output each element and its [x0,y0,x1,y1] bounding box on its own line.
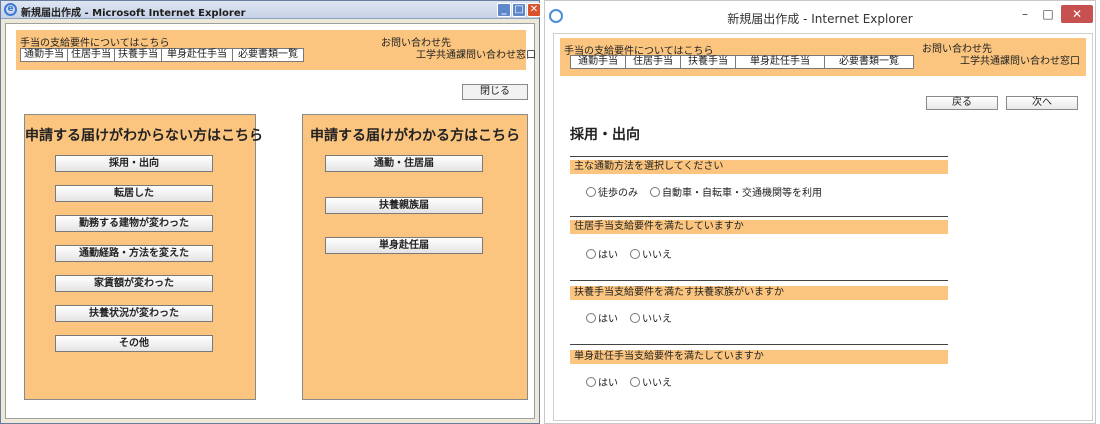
contact-name[interactable]: 工学共通課問い合わせ窓口 [960,52,1080,67]
divider [570,216,948,217]
panel-known-form: 申請する届けがわかる方はこちら 通勤・住居届 扶養親族届 単身赴任届 [302,114,528,400]
btn-workplace-changed[interactable]: 勤務する建物が変わった [55,215,213,232]
left-window-title: 新規届出作成 - Microsoft Internet Explorer [21,8,246,19]
question-label: 単身赴任手当支給要件を満たしていますか [570,350,948,364]
option-no[interactable]: いいえ [630,310,672,325]
option-label: いいえ [642,378,672,389]
option-yes[interactable]: はい [586,246,618,261]
minimize-icon[interactable]: – [1015,7,1035,21]
option-yes[interactable]: はい [586,310,618,325]
btn-dependent-form[interactable]: 扶養親族届 [325,197,483,214]
option-label: 徒歩のみ [598,188,638,199]
tab-required-docs[interactable]: 必要書類一覧 [824,55,914,69]
tab-housing[interactable]: 住居手当 [625,55,681,69]
btn-other[interactable]: その他 [55,335,213,352]
radio-icon[interactable] [586,376,596,387]
left-page-content: 手当の支給要件についてはこちら お問い合わせ先 工学共通課問い合わせ窓口 通勤手… [5,23,536,419]
option-no[interactable]: いいえ [630,246,672,261]
divider [570,344,948,345]
left-browser-window: e 新規届出作成 - Microsoft Internet Explorer _… [0,0,541,424]
tab-dependent[interactable]: 扶養手当 [680,55,736,69]
back-button[interactable]: 戻る [926,96,998,110]
option-label: いいえ [642,314,672,325]
tab-commute[interactable]: 通勤手当 [570,55,626,69]
radio-icon[interactable] [630,376,640,387]
maximize-icon[interactable]: □ [512,3,526,17]
btn-hire-transfer[interactable]: 採用・出向 [55,155,213,172]
tab-single-posting[interactable]: 単身赴任手当 [161,48,233,62]
tab-dependent[interactable]: 扶養手当 [114,48,162,62]
minimize-icon[interactable]: _ [497,3,511,17]
close-icon[interactable]: ✕ [1061,5,1093,23]
option-label: はい [598,378,618,389]
radio-icon[interactable] [586,248,596,259]
btn-rent-changed[interactable]: 家賃額が変わった [55,275,213,292]
right-header-bar: 手当の支給要件についてはこちら お問い合わせ先 工学共通課問い合わせ窓口 通勤手… [560,38,1086,76]
left-header-bar: 手当の支給要件についてはこちら お問い合わせ先 工学共通課問い合わせ窓口 通勤手… [16,30,536,70]
single-posting-eligibility-options: はい いいえ [586,374,684,389]
section-title: 採用・出向 [570,127,640,143]
contact-name[interactable]: 工学共通課問い合わせ窓口 [416,46,536,61]
dependent-eligibility-options: はい いいえ [586,310,684,325]
panel-unknown-title: 申請する届けがわからない方はこちら [25,128,263,144]
right-window-title: 新規届出作成 - Internet Explorer [727,12,913,26]
next-button[interactable]: 次へ [1006,96,1078,110]
tab-single-posting[interactable]: 単身赴任手当 [735,55,825,69]
radio-icon[interactable] [586,312,596,323]
close-button[interactable]: 閉じる [462,84,528,100]
option-label: 自動車・自転車・交通機関等を利用 [662,188,822,199]
help-link[interactable]: 手当の支給要件についてはこちら [20,34,170,49]
btn-moved[interactable]: 転居した [55,185,213,202]
option-label: いいえ [642,250,672,261]
option-vehicle[interactable]: 自動車・自転車・交通機関等を利用 [650,184,822,199]
right-browser-window: 新規届出作成 - Internet Explorer – □ ✕ 手当の支給要件… [544,0,1096,424]
left-title-bar: e 新規届出作成 - Microsoft Internet Explorer _… [1,1,541,19]
close-icon[interactable]: ✕ [527,3,541,17]
tab-housing[interactable]: 住居手当 [67,48,115,62]
commute-method-options: 徒歩のみ 自動車・自転車・交通機関等を利用 [586,184,834,199]
option-no[interactable]: いいえ [630,374,672,389]
option-label: はい [598,250,618,261]
option-walk-only[interactable]: 徒歩のみ [586,184,638,199]
btn-route-changed[interactable]: 通勤経路・方法を変えた [55,245,213,262]
option-label: はい [598,314,618,325]
tab-commute[interactable]: 通勤手当 [20,48,68,62]
right-page-content: 手当の支給要件についてはこちら お問い合わせ先 工学共通課問い合わせ窓口 通勤手… [553,33,1093,421]
panel-unknown-form: 申請する届けがわからない方はこちら 採用・出向 転居した 勤務する建物が変わった… [24,114,263,400]
panel-known-title: 申請する届けがわかる方はこちら [310,128,520,144]
question-label: 主な通勤方法を選択してください [570,160,948,174]
btn-commute-housing-form[interactable]: 通勤・住居届 [325,155,483,172]
radio-icon[interactable] [650,186,660,197]
btn-single-posting-form[interactable]: 単身赴任届 [325,237,483,254]
radio-icon[interactable] [630,248,640,259]
screenshot-stage: e 新規届出作成 - Microsoft Internet Explorer _… [0,0,1100,424]
tab-required-docs[interactable]: 必要書類一覧 [232,48,304,62]
allowance-tabs: 通勤手当 住居手当 扶養手当 単身赴任手当 必要書類一覧 [570,55,914,69]
housing-eligibility-options: はい いいえ [586,246,684,261]
allowance-tabs: 通勤手当 住居手当 扶養手当 単身赴任手当 必要書類一覧 [20,48,304,62]
btn-dependents-changed[interactable]: 扶養状況が変わった [55,305,213,322]
divider [570,156,948,157]
right-title-bar: 新規届出作成 - Internet Explorer – □ ✕ [545,1,1095,33]
radio-icon[interactable] [630,312,640,323]
maximize-icon[interactable]: □ [1038,7,1058,21]
ie-logo-icon: e [4,3,17,16]
radio-icon[interactable] [586,186,596,197]
question-label: 住居手当支給要件を満たしていますか [570,220,948,234]
question-label: 扶養手当支給要件を満たす扶養家族がいますか [570,286,948,300]
option-yes[interactable]: はい [586,374,618,389]
divider [570,280,948,281]
